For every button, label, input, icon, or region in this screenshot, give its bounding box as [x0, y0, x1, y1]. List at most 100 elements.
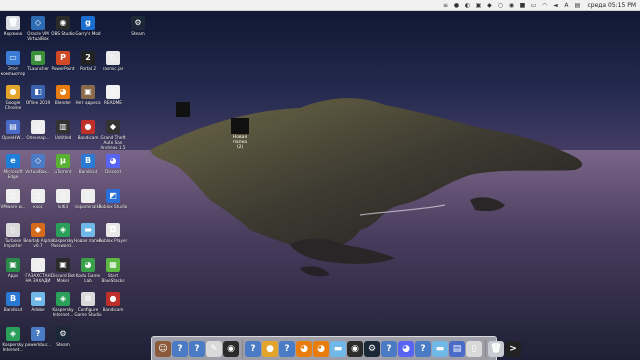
notes-icon[interactable]: ▯	[466, 340, 482, 357]
desktop-icon[interactable]: ◕ Discord	[99, 154, 127, 174]
trash-icon: 🗑	[6, 16, 20, 30]
bandicut-icon: B	[81, 154, 95, 168]
app-icon: ▥	[56, 119, 70, 134]
notification-icon[interactable]: ▤	[573, 2, 581, 9]
chrome-icon[interactable]: ●	[262, 340, 278, 357]
desktop-icon[interactable]: ⚙ Steam	[124, 16, 152, 36]
kaspersky-icon: ◈	[56, 223, 70, 237]
steam-icon: ⚙	[56, 326, 70, 341]
photo-icon: ▣	[81, 85, 95, 99]
wifi-icon[interactable]: ◠	[540, 2, 548, 9]
terminal-icon[interactable]: >	[505, 340, 521, 357]
clock[interactable]: среда 05:15 PM	[587, 2, 636, 9]
desktop-icon-label: rasmic.jar	[102, 65, 124, 71]
desktop-icon[interactable]: ◈ Kaspersky Password...	[49, 223, 77, 248]
app-tray-icon-3[interactable]: ▣	[474, 2, 482, 9]
desktop-icon[interactable]: ▯ rasmic.jar	[99, 50, 127, 71]
desktop-icon-label: README	[104, 100, 122, 105]
folder-icon: ▬	[81, 223, 95, 237]
folder-icon[interactable]: ▬	[330, 340, 346, 357]
script-icon[interactable]: ✎	[206, 340, 222, 357]
desktop-icon-label: Start BlueStacks	[101, 272, 125, 283]
trash-icon[interactable]: 🗑	[488, 340, 504, 357]
menu-list-icon[interactable]: ≡	[441, 2, 449, 9]
roblox-icon: ◘	[106, 223, 120, 237]
question-icon: ?	[31, 326, 45, 341]
desktop-icon[interactable]: ● Bandicam	[99, 292, 127, 312]
obs-icon: ◉	[56, 16, 70, 30]
selected-folder-1[interactable]	[176, 102, 190, 117]
top-menubar: ≡ ● ◐ ▣ ◆ ○ ◉ ■ ▭ ◠ ◄ A ▤ среда 05:15 PM	[0, 0, 640, 11]
discord-icon[interactable]: ◕	[398, 340, 414, 357]
desktop-icon[interactable]: ◈ Kaspersky Internet...	[0, 326, 27, 352]
roblox-studio-icon: ◩	[106, 188, 120, 203]
app-icon: ▤	[6, 119, 20, 134]
selected-folder-label: Новая папка (2)	[226, 135, 254, 150]
desktop-icon[interactable]: ◩ Roblox Studio	[99, 188, 127, 209]
selected-folder-2[interactable]	[231, 118, 249, 134]
folder-label-sub: (2)	[236, 145, 244, 150]
steam-icon: ⚙	[131, 16, 145, 30]
kodu-icon: ◕	[81, 257, 95, 272]
app-tray-icon-4[interactable]: ◆	[485, 2, 493, 9]
help-icon-2[interactable]: ?	[189, 340, 205, 357]
desktop-icon[interactable]: g Garry's Mod	[74, 16, 102, 36]
gmod-icon: g	[81, 16, 95, 30]
desktop-icon[interactable]: ◇ Oracle VM VirtualBox	[24, 16, 52, 41]
app-icon: ▣	[6, 257, 20, 272]
kaspersky-icon: ◈	[6, 326, 20, 341]
kaspersky-icon: ◈	[56, 292, 70, 306]
obs-icon-2[interactable]: ◉	[347, 340, 363, 357]
bandicam-icon: ●	[106, 292, 120, 306]
folder-label-text: Новая папка	[232, 135, 248, 145]
volume-icon[interactable]: ◄	[551, 2, 559, 9]
desktop-icon[interactable]: ◘ Roblox Player	[99, 223, 127, 243]
desktop-icon-label: Discord	[105, 169, 121, 174]
chrome-icon: ●	[6, 85, 20, 99]
desktop-icon[interactable]: ▭ Этот компьютер	[0, 50, 27, 76]
app-tray-icon-2[interactable]: ◐	[463, 2, 471, 9]
app-icon: ▣	[56, 257, 70, 272]
app-tray-icon-5[interactable]: ○	[496, 2, 504, 9]
desktop-icon[interactable]: ⚙ Configure Game Studio	[74, 292, 102, 317]
steam-icon[interactable]: ⚙	[364, 340, 380, 357]
bandicam-icon: ●	[81, 119, 95, 134]
help-icon-4[interactable]: ?	[279, 340, 295, 357]
file-icon: ▯	[106, 50, 120, 65]
lang-icon[interactable]: A	[562, 2, 570, 9]
desktop-icon-label: Grand Theft Auto San Andreas 1.5	[100, 134, 126, 150]
app-tray-icon-6[interactable]: ◉	[507, 2, 515, 9]
help-icon-6[interactable]: ?	[415, 340, 431, 357]
desktop-icon[interactable]: e Microsoft Edge	[0, 154, 27, 179]
app-tray-icon-1[interactable]: ●	[452, 2, 460, 9]
edge-icon: e	[6, 154, 20, 168]
help-icon[interactable]: ?	[172, 340, 188, 357]
app-icon: ⚙	[81, 292, 95, 306]
obs-icon[interactable]: ◉	[223, 340, 239, 357]
powerpoint-icon: P	[56, 50, 70, 65]
desktop-icon-label: Bandicam	[102, 307, 124, 312]
desktop-icon[interactable]: ◆ Grand Theft Auto San Andreas 1.5	[99, 119, 127, 150]
dock: ☺?? ✎ ◉? ●? ◕ ◕ ▬ ◉ ⚙? ◕? ▬ ▤ ▯ 🗑 >	[151, 336, 521, 360]
blender-icon[interactable]: ◕	[296, 340, 312, 357]
desktop-icon[interactable]: ⚙ Steam	[49, 326, 77, 347]
desktop-icon-label: Roblox Player	[98, 238, 128, 243]
discord-icon: ◕	[106, 154, 120, 168]
help-icon-3[interactable]: ?	[245, 340, 261, 357]
finder-icon[interactable]: ☺	[155, 340, 171, 357]
file-icon: ◧	[31, 85, 45, 99]
desktop-icon[interactable]: ▯ README	[99, 85, 127, 105]
document-icon: ▯	[31, 188, 45, 203]
gta-icon: ◆	[106, 119, 120, 134]
help-icon-5[interactable]: ?	[381, 340, 397, 357]
desktop-icon[interactable]: ● Google Chrome	[0, 85, 27, 110]
blender-icon-2[interactable]: ◕	[313, 340, 329, 357]
app-icon[interactable]: ▤	[449, 340, 465, 357]
document-icon: ▯	[106, 85, 120, 99]
bluestacks-icon: ▦	[106, 257, 120, 272]
app-tray-icon-7[interactable]: ■	[518, 2, 526, 9]
virtualbox-icon: ◇	[31, 16, 45, 30]
desktop-icon[interactable]: ▦ Start BlueStacks	[99, 257, 127, 283]
battery-icon[interactable]: ▭	[529, 2, 537, 9]
folder-icon-2[interactable]: ▬	[432, 340, 448, 357]
